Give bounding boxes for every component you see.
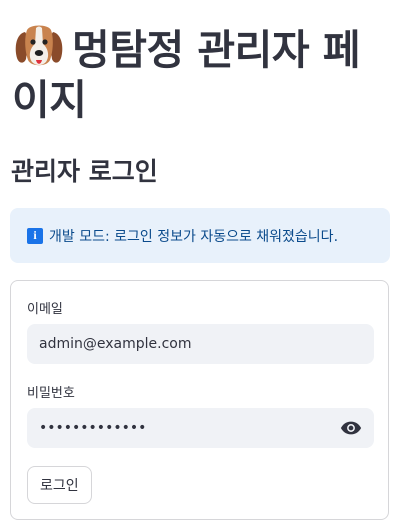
beagle-dog-face-icon [15, 25, 63, 66]
alert-message: 개발 모드: 로그인 정보가 자동으로 채워졌습니다. [49, 228, 339, 245]
password-label: 비밀번호 [27, 386, 75, 401]
dev-mode-alert: i 개발 모드: 로그인 정보가 자동으로 채워졌습니다. [10, 208, 390, 263]
password-field[interactable]: ••••••••••••• [27, 408, 374, 448]
info-icon: i [27, 227, 43, 244]
password-masked-value: ••••••••••••• [39, 420, 147, 436]
login-form: 이메일 비밀번호 ••••••••••••• 로그인 [10, 280, 389, 520]
email-label: 이메일 [27, 302, 63, 317]
eye-icon[interactable] [340, 419, 362, 437]
email-field[interactable] [27, 324, 374, 364]
login-button[interactable]: 로그인 [27, 466, 92, 504]
section-title: 관리자 로그인 [11, 157, 158, 186]
page-title: 멍탐정 관리자 페이지 [12, 22, 396, 125]
